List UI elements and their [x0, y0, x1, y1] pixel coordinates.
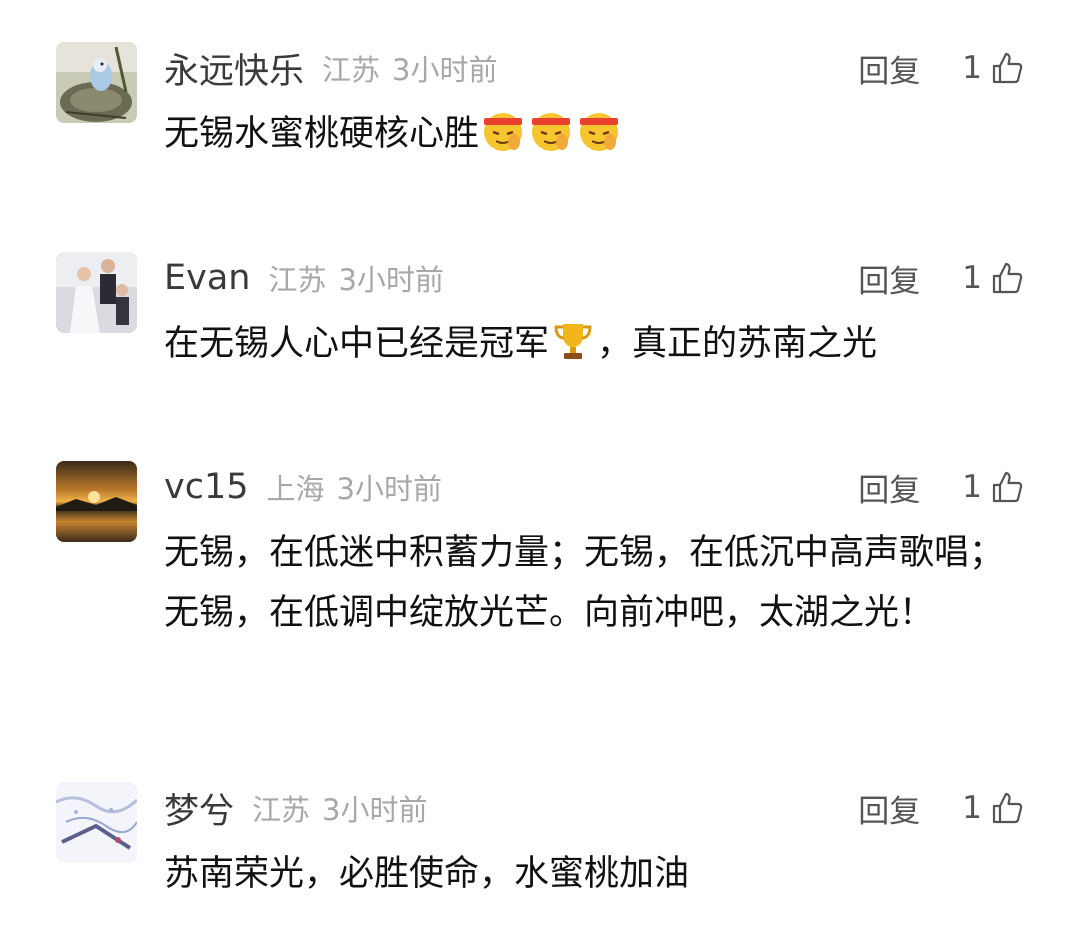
user-region: 江苏 [322, 53, 381, 87]
comment-header: vc15 上海 3小时前 [164, 459, 442, 515]
comment-actions: 回复 1 [858, 40, 1024, 96]
reply-button[interactable]: 回复 [858, 46, 920, 91]
trophy-icon [550, 318, 596, 364]
username[interactable]: Evan [164, 258, 250, 298]
thumbs-up-icon [990, 791, 1024, 825]
avatar-bird-image [56, 42, 137, 123]
comment-time: 3小时前 [322, 793, 428, 827]
avatar-winter-image [56, 782, 137, 863]
like-button[interactable]: 1 [962, 260, 1024, 296]
thumbs-up-icon [990, 470, 1024, 504]
comment-header: 永远快乐 江苏 3小时前 [164, 40, 497, 96]
thumbs-up-icon [990, 261, 1024, 295]
comment-header: 梦兮 江苏 3小时前 [164, 780, 427, 836]
avatar[interactable] [56, 252, 137, 333]
comment-meta: 江苏 3小时前 [322, 47, 497, 89]
username[interactable]: 永远快乐 [164, 43, 304, 94]
avatar[interactable] [56, 42, 137, 123]
comment-text: 无锡，在低迷中积蓄力量；无锡，在低沉中高声歌唱；无锡，在低调中绽放光芒。向前冲吧… [164, 523, 1024, 643]
comment-text-body: 苏南荣光，必胜使命，水蜜桃加油 [164, 854, 690, 894]
hush-fighting-emoji [528, 108, 574, 154]
comment-time: 3小时前 [392, 53, 498, 87]
comment-text: 无锡水蜜桃硬核心胜 [164, 104, 1024, 164]
comment-text: 苏南荣光，必胜使命，水蜜桃加油 [164, 844, 1024, 904]
like-button[interactable]: 1 [962, 50, 1024, 86]
comment-time: 3小时前 [336, 472, 442, 506]
comment-time: 3小时前 [338, 263, 444, 297]
user-region: 上海 [266, 472, 325, 506]
hush-fighting-emoji [480, 108, 526, 154]
comment-meta: 江苏 3小时前 [252, 787, 427, 829]
comment-text-after: ，真正的苏南之光 [597, 324, 878, 364]
comment-actions: 回复 1 [858, 250, 1024, 306]
like-button[interactable]: 1 [962, 790, 1024, 826]
thumbs-up-icon [990, 51, 1024, 85]
reply-button[interactable]: 回复 [858, 465, 920, 510]
user-region: 江苏 [252, 793, 311, 827]
comment-text: 在无锡人心中已经是冠军 ，真正的苏南之光 [164, 314, 1024, 374]
like-count: 1 [962, 790, 982, 826]
like-count: 1 [962, 260, 982, 296]
username[interactable]: 梦兮 [164, 783, 234, 834]
avatar-sunset-image [56, 461, 137, 542]
user-region: 江苏 [268, 263, 327, 297]
comment-meta: 上海 3小时前 [267, 466, 442, 508]
reply-button[interactable]: 回复 [858, 786, 920, 831]
comment-text-body: 无锡水蜜桃硬核心胜 [164, 114, 480, 154]
comment-actions: 回复 1 [858, 459, 1024, 515]
comment-actions: 回复 1 [858, 780, 1024, 836]
like-button[interactable]: 1 [962, 469, 1024, 505]
comment-meta: 江苏 3小时前 [268, 257, 443, 299]
hush-fighting-emoji [576, 108, 622, 154]
like-count: 1 [962, 469, 982, 505]
comment-header: Evan 江苏 3小时前 [164, 250, 444, 306]
avatar[interactable] [56, 782, 137, 863]
username[interactable]: vc15 [164, 467, 249, 507]
avatar[interactable] [56, 461, 137, 542]
comment-text-before: 在无锡人心中已经是冠军 [164, 324, 550, 364]
avatar-wedding-photo [56, 252, 137, 333]
comment-text-body: 无锡，在低迷中积蓄力量；无锡，在低沉中高声歌唱；无锡，在低调中绽放光芒。向前冲吧… [164, 533, 1005, 633]
reply-button[interactable]: 回复 [858, 256, 920, 301]
like-count: 1 [962, 50, 982, 86]
